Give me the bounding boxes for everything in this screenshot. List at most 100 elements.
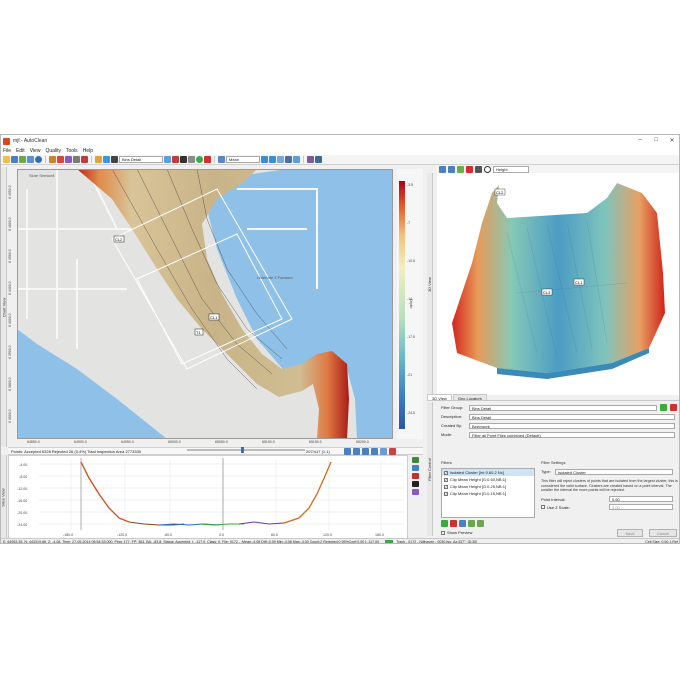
lasso-icon[interactable] <box>65 156 72 163</box>
profile-up-icon[interactable] <box>412 457 419 463</box>
refresh-icon[interactable] <box>196 156 203 163</box>
zoom-extent-icon[interactable] <box>277 156 284 163</box>
grid-icon[interactable] <box>188 156 195 163</box>
marker-t1[interactable]: T1 <box>194 328 204 336</box>
next-slice-icon[interactable] <box>362 447 369 455</box>
layers-icon[interactable] <box>164 156 171 163</box>
slice-slider-thumb[interactable] <box>241 447 244 453</box>
table-icon[interactable] <box>218 156 225 163</box>
chart-view-tab[interactable]: Chart View <box>1 167 7 447</box>
3d-zoom-icon[interactable] <box>448 166 455 173</box>
stat-select[interactable]: Mean <box>226 156 260 163</box>
add-filter-icon[interactable] <box>441 520 448 527</box>
3d-marker-cl1[interactable]: CL1 <box>573 278 585 286</box>
menu-quality[interactable]: Quality <box>45 148 61 154</box>
list-item[interactable]: ✓ Isolated Cluster [Int 0.60,2 Nc] <box>442 469 534 476</box>
use-z-scale-checkbox[interactable] <box>541 505 545 510</box>
filter-checkbox[interactable]: ✓ <box>444 470 448 475</box>
cancel-button[interactable]: Cancel <box>649 529 677 537</box>
slice-slider-track[interactable] <box>187 449 305 451</box>
filters-list[interactable]: ✓ Isolated Cluster [Int 0.60,2 Nc] ✓ Clip … <box>441 468 535 518</box>
zoom-out-icon[interactable] <box>269 156 276 163</box>
hand-icon[interactable] <box>27 156 34 163</box>
tab-geo-locators[interactable]: Geo Locators <box>452 394 487 401</box>
first-slice-icon[interactable] <box>344 447 351 455</box>
delete-filter-icon[interactable] <box>450 520 457 527</box>
slice-profile-view[interactable]: -4.00 -8.00 -12.00 -16.00 -20.00 -24.00 … <box>8 455 408 541</box>
menu-edit[interactable]: Edit <box>16 148 25 154</box>
brush-icon[interactable] <box>111 156 118 163</box>
export-icon[interactable] <box>315 156 322 163</box>
filter-control-tab[interactable]: Filter Control <box>427 402 433 536</box>
move-down-icon[interactable] <box>477 520 484 527</box>
zoom-in-icon[interactable] <box>261 156 268 163</box>
profile-mode-icon[interactable] <box>412 489 419 495</box>
list-item[interactable]: ✓ Clip Mean Height [G:0.15,NB:1] <box>442 490 534 497</box>
list-item[interactable]: ✓ Clip Mean Height [G:0.50,NB:1] <box>442 476 534 483</box>
3d-marker-cl2[interactable]: CL2 <box>494 188 506 196</box>
add-icon[interactable] <box>19 156 26 163</box>
show-preview-checkbox[interactable] <box>441 530 445 535</box>
type-select[interactable]: Isolated Cluster <box>555 468 673 475</box>
last-slice-icon[interactable] <box>371 447 378 455</box>
draw-icon[interactable] <box>172 156 179 163</box>
delete-icon[interactable] <box>204 156 211 163</box>
3d-reset-icon[interactable] <box>457 166 464 173</box>
chart-icon[interactable] <box>95 156 102 163</box>
marker-cl1[interactable]: CL1 <box>208 313 220 321</box>
globe-icon[interactable] <box>35 156 42 163</box>
mode-select[interactable]: Filter all Point Files combined (Default… <box>469 431 675 438</box>
profile-cut-icon[interactable] <box>412 473 419 479</box>
filter-checkbox[interactable]: ✓ <box>444 491 448 496</box>
zoom-icon[interactable] <box>49 156 56 163</box>
undo-icon[interactable] <box>103 156 110 163</box>
chart-map-view[interactable]: Slote Semicell Ovlerude 1 Formum CL2 CL1… <box>17 169 393 439</box>
slice-view-tab[interactable]: Slice View <box>1 455 7 539</box>
3d-view-icon[interactable] <box>439 166 446 173</box>
filter-checkbox[interactable]: ✓ <box>444 477 448 482</box>
select-icon[interactable] <box>57 156 64 163</box>
menu-tools[interactable]: Tools <box>66 148 78 154</box>
add-group-icon[interactable] <box>660 404 667 411</box>
move-up-icon[interactable] <box>468 520 475 527</box>
3d-marker-cl3[interactable]: CL3 <box>541 288 553 296</box>
3d-view-side-tab[interactable]: 3D View <box>427 173 433 395</box>
created-by-input[interactable]: Beenwork <box>469 422 675 429</box>
profile-icon[interactable] <box>307 156 314 163</box>
remove-group-icon[interactable] <box>670 404 677 411</box>
3d-canvas[interactable]: CL2 CL1 CL3 <box>437 173 680 395</box>
surface-select[interactable]: Bins Detail <box>119 156 163 163</box>
filter-group-select[interactable]: Bins Detail <box>469 404 657 411</box>
cut-icon[interactable] <box>81 156 88 163</box>
maximize-button[interactable]: □ <box>649 137 663 143</box>
close-button[interactable]: ✕ <box>665 137 679 144</box>
point-interval-input[interactable]: 0.60 <box>609 496 673 503</box>
3d-color-select[interactable]: Height <box>493 166 529 173</box>
menu-file[interactable]: File <box>3 148 11 154</box>
3d-rotate-icon[interactable] <box>484 166 491 173</box>
minimize-button[interactable]: – <box>633 137 647 143</box>
open-icon[interactable] <box>3 156 10 163</box>
save-icon[interactable] <box>11 156 18 163</box>
copy-filter-icon[interactable] <box>459 520 466 527</box>
prev-slice-icon[interactable] <box>353 447 360 455</box>
tab-3d-view[interactable]: 3D View <box>427 394 452 401</box>
pen-icon[interactable] <box>180 156 187 163</box>
stop-icon[interactable] <box>389 447 396 455</box>
description-input[interactable]: Bins Detail <box>469 413 675 420</box>
play-icon[interactable] <box>380 447 387 455</box>
filter-checkbox[interactable]: ✓ <box>444 484 448 489</box>
3d-delete-icon[interactable] <box>466 166 473 173</box>
3d-render-icon[interactable] <box>475 166 482 173</box>
center-icon[interactable] <box>293 156 300 163</box>
profile-select-icon[interactable] <box>412 465 419 471</box>
measure-icon[interactable] <box>73 156 80 163</box>
pan-icon[interactable] <box>285 156 292 163</box>
profile-canvas[interactable]: -4.00 -8.00 -12.00 -16.00 -20.00 -24.00 … <box>9 456 409 542</box>
profile-box-icon[interactable] <box>412 481 419 487</box>
list-item[interactable]: ✓ Clip Mean Height [G:0.25,NB:1] <box>442 483 534 490</box>
menu-help[interactable]: Help <box>83 148 93 154</box>
z-scale-input[interactable]: 5.00 <box>609 504 673 511</box>
map-canvas[interactable]: Slote Semicell Ovlerude 1 Formum CL2 CL1… <box>17 169 393 439</box>
save-button[interactable]: Save <box>617 529 643 537</box>
